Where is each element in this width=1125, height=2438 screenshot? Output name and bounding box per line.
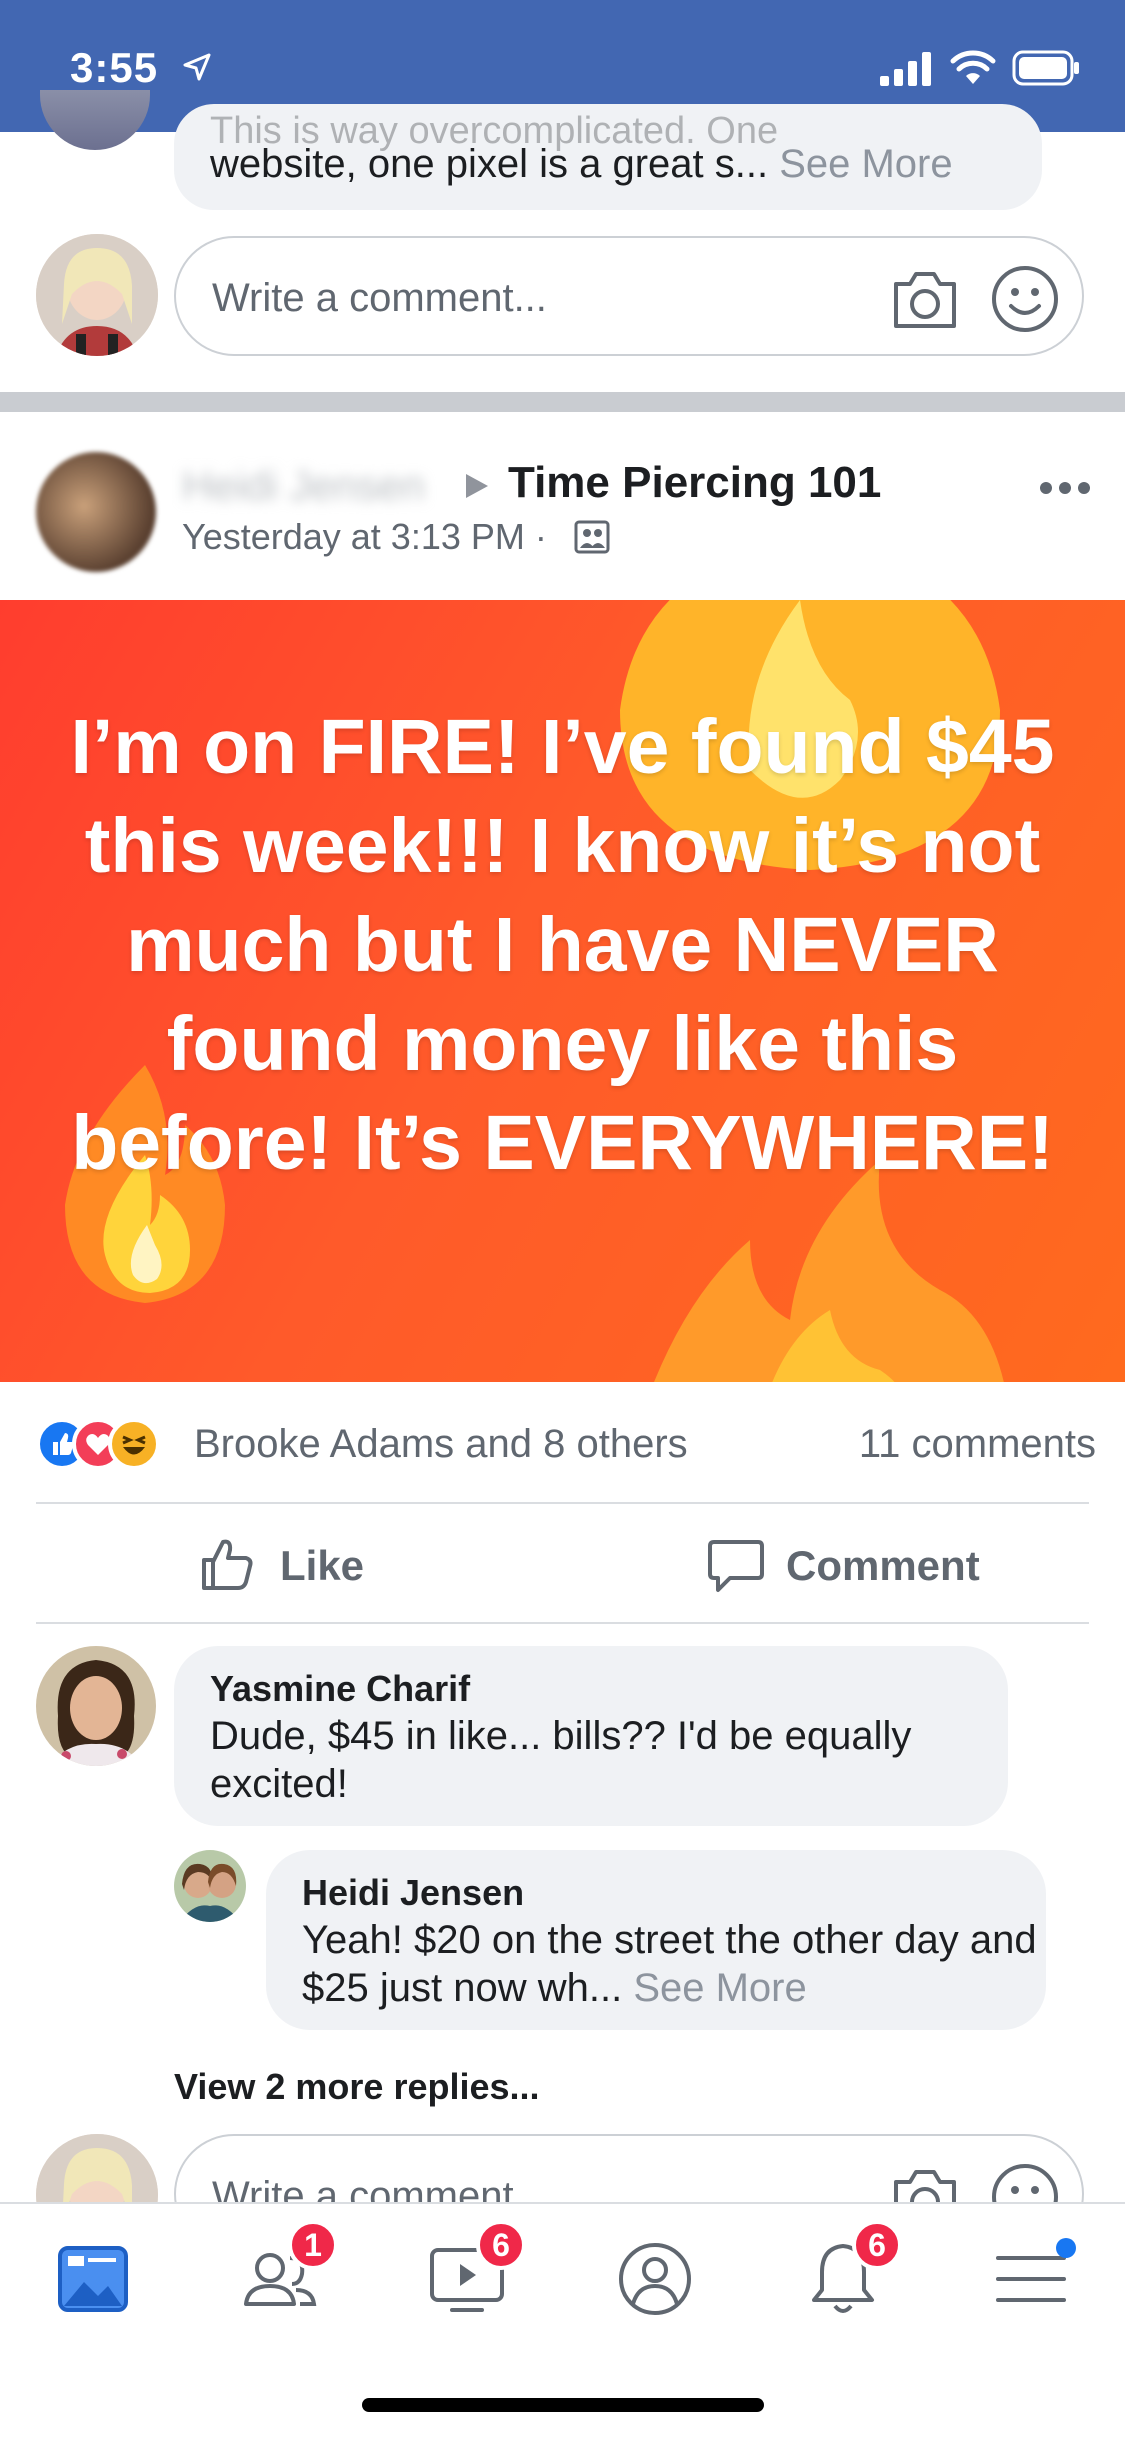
reply-author[interactable]: Heidi Jensen: [302, 1872, 524, 1914]
reactions-summary[interactable]: Brooke Adams and 8 others 11 comments: [36, 1418, 1096, 1478]
battery-icon: [1012, 50, 1079, 86]
tab-profile[interactable]: [610, 2234, 700, 2324]
haha-reaction-icon: [108, 1418, 160, 1470]
divider: [36, 1622, 1089, 1624]
like-label: Like: [280, 1542, 365, 1589]
watch-badge: 6: [476, 2220, 526, 2270]
previous-comment-text-row: website, one pixel is a great s... See M…: [210, 142, 953, 187]
reply-text-container: Yeah! $20 on the street the other day an…: [302, 1916, 1042, 2012]
notifications-badge: 6: [852, 2220, 902, 2270]
my-avatar: [36, 234, 158, 356]
commenter-avatar[interactable]: [36, 1646, 156, 1766]
tab-news-feed[interactable]: [48, 2234, 138, 2324]
tab-friends[interactable]: 1: [234, 2220, 338, 2324]
tab-watch[interactable]: 6: [422, 2220, 526, 2324]
thumbs-up-icon: [202, 1539, 253, 1590]
comment-placeholder: Write a comment...: [212, 276, 547, 320]
post-status-banner[interactable]: I’m on FIRE! I’ve found $45 this week!!!…: [0, 600, 1125, 1382]
comment-bubble[interactable]: Yasmine Charif Dude, $45 in like... bill…: [174, 1646, 1008, 1826]
post-author-name[interactable]: Heidi Jensen: [182, 462, 425, 510]
profile-icon: [619, 2243, 691, 2315]
home-indicator[interactable]: [362, 2398, 764, 2412]
reply-bubble[interactable]: Heidi Jensen Yeah! $20 on the street the…: [266, 1850, 1046, 2030]
shared-to-arrow-icon: [466, 474, 488, 498]
camera-icon[interactable]: [890, 268, 960, 330]
status-time: 3:55: [70, 44, 159, 91]
view-more-replies-link[interactable]: View 2 more replies...: [174, 2066, 540, 2108]
friends-badge: 1: [288, 2220, 338, 2270]
tab-menu[interactable]: [986, 2234, 1076, 2324]
reactions-text[interactable]: Brooke Adams and 8 others: [194, 1422, 688, 1467]
news-feed-icon: [58, 2246, 128, 2312]
cell-signal-icon: [880, 52, 931, 86]
comment-label: Comment: [786, 1542, 980, 1589]
see-more-link[interactable]: See More: [779, 142, 952, 186]
comments-count[interactable]: 11 comments: [859, 1422, 1096, 1467]
see-more-link[interactable]: See More: [633, 1966, 806, 2010]
tab-notifications[interactable]: 6: [798, 2220, 902, 2324]
location-arrow-icon: [183, 53, 211, 81]
comment-input-previous[interactable]: Write a comment...: [174, 236, 1084, 356]
post-separator: [0, 392, 1125, 412]
hamburger-menu-icon: [996, 2238, 1076, 2302]
reply-author-avatar[interactable]: [174, 1850, 246, 1922]
divider: [36, 1502, 1089, 1504]
previous-comment-text: website, one pixel is a great s...: [210, 142, 769, 186]
more-options-icon[interactable]: [1038, 478, 1092, 498]
wifi-icon: [950, 50, 996, 84]
post-author-avatar[interactable]: [36, 452, 156, 572]
comment-text: Dude, $45 in like... bills?? I'd be equa…: [210, 1714, 912, 1806]
post-timestamp[interactable]: Yesterday at 3:13 PM ·: [182, 516, 547, 558]
comment-author[interactable]: Yasmine Charif: [210, 1668, 470, 1710]
post-group-name[interactable]: Time Piercing 101: [508, 458, 881, 508]
previous-comment-avatar[interactable]: [40, 90, 150, 150]
comment-bubble-icon: [708, 1540, 764, 1592]
like-button[interactable]: Like: [198, 1530, 398, 1600]
banner-status-text: I’m on FIRE! I’ve found $45 this week!!!…: [70, 704, 1055, 1186]
comment-button[interactable]: Comment: [706, 1530, 1006, 1600]
emoji-icon[interactable]: [990, 264, 1060, 334]
group-audience-icon: [574, 520, 610, 554]
